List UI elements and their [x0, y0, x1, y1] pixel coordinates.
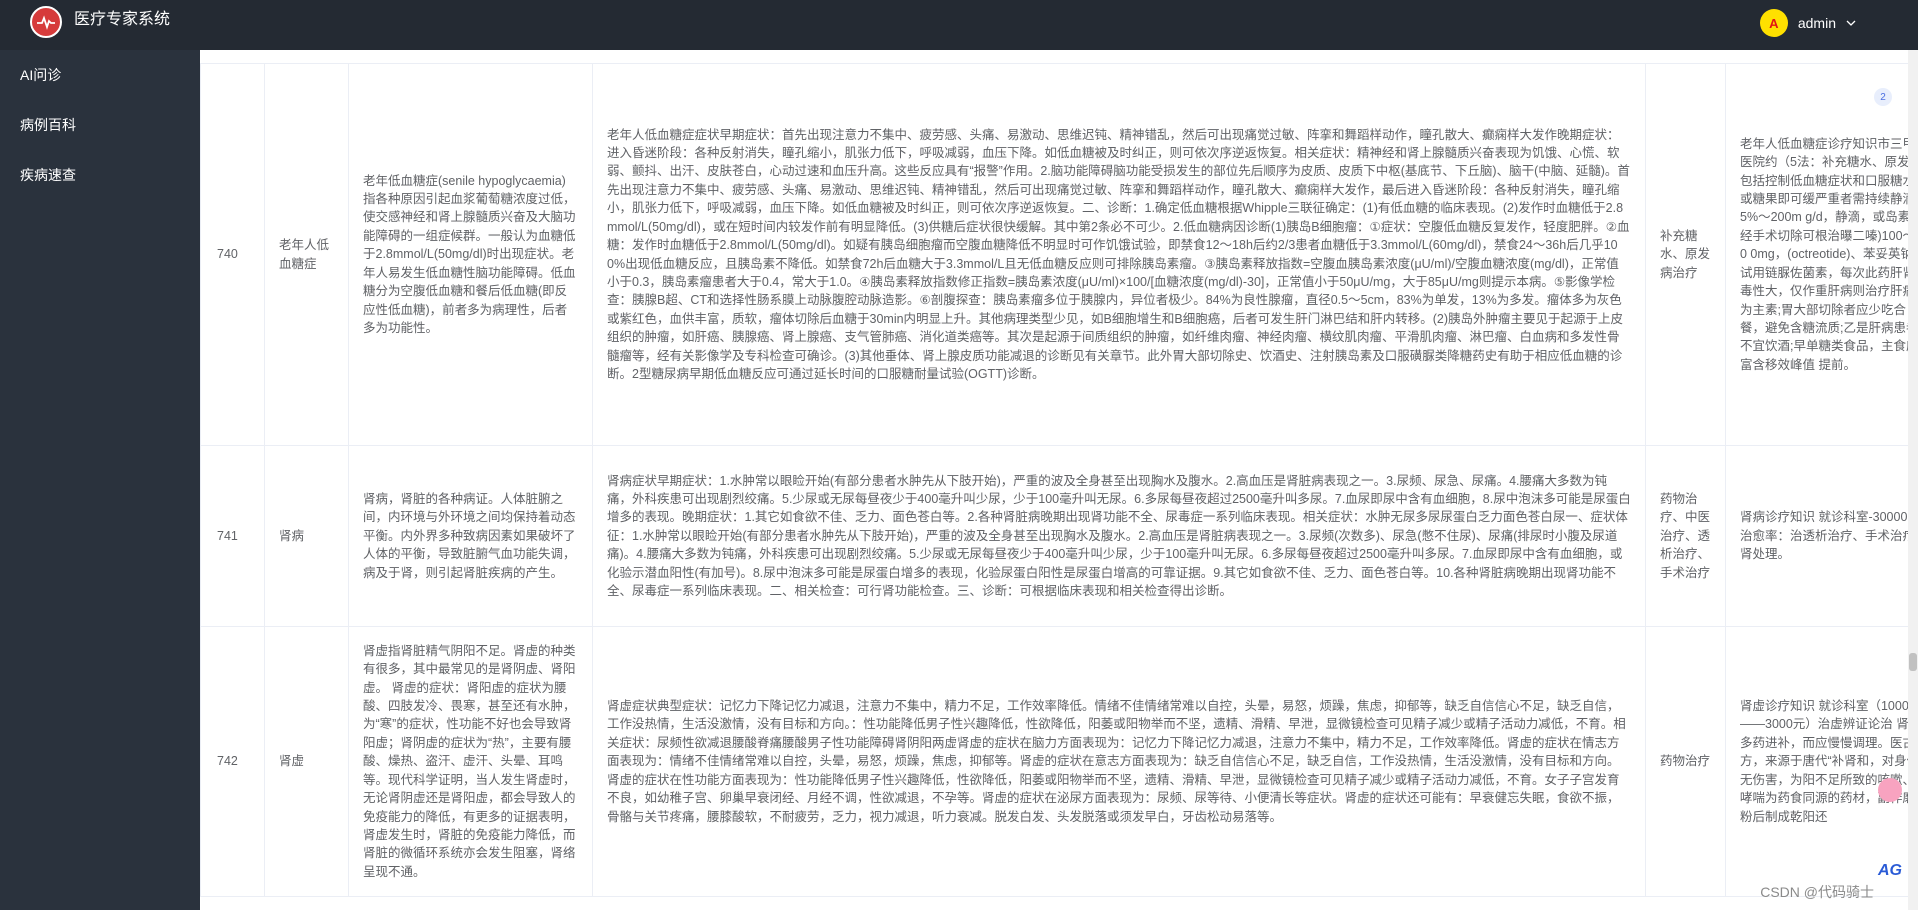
chevron-down-icon[interactable] — [1846, 15, 1856, 31]
row-disease-name: 肾病 — [264, 445, 349, 627]
row-symptoms: 老年人低血糖症症状早期症状：首先出现注意力不集中、疲劳感、头痛、易激动、思维迟钝… — [592, 63, 1646, 446]
table-row: 741 肾病 肾病，肾脏的各种病证。人体脏腑之间，内环境与外环境之间均保持着动态… — [200, 445, 1918, 627]
row-detail: 老年人低血糖症诊疗知识市三甲医院约（5法：补充糖水、原发病包括控制低血糖症状和口… — [1725, 63, 1918, 446]
top-header: 医疗专家系统 A admin — [0, 0, 1918, 50]
row-description: 肾虚指肾脏精气阴阳不足。肾虚的种类有很多，其中最常见的是肾阴虚、肾阳虚。 肾虚的… — [348, 626, 593, 897]
row-detail: 肾虚诊疗知识 就诊科室（1000——3000元）治虚辨证论治 肾虚多药进补，而应… — [1725, 626, 1918, 897]
row-disease-name: 老年人低血糖症 — [264, 63, 349, 446]
watermark: CSDN @代码骑士 — [1760, 884, 1874, 900]
ag-logo-icon[interactable]: AG — [1878, 862, 1902, 880]
row-disease-name: 肾虚 — [264, 626, 349, 897]
avatar[interactable]: A — [1759, 9, 1788, 37]
row-symptoms: 肾虚症状典型症状：记忆力下降记忆力减退，注意力不集中，精力不足，工作效率降低。情… — [592, 626, 1646, 897]
disease-table: 740 老年人低血糖症 老年低血糖症(senile hypoglycaemia)… — [200, 63, 1918, 897]
row-id: 742 — [200, 626, 265, 897]
sidebar-item-label: 病例百科 — [20, 117, 76, 133]
row-treatment: 补充糖水、原发病治疗 — [1645, 63, 1726, 446]
row-id: 740 — [200, 63, 265, 446]
row-treatment: 药物治疗、中医治疗、透析治疗、手术治疗 — [1645, 445, 1726, 627]
sidebar-item-label: AI问诊 — [20, 67, 62, 83]
translate-badge-icon[interactable]: 2 — [1874, 88, 1892, 106]
page-scrollbar[interactable] — [1908, 50, 1918, 910]
user-menu[interactable]: A admin — [1759, 9, 1856, 37]
row-symptoms: 肾病症状早期症状：1.水肿常以眼睑开始(有部分患者水肿先从下肢开始)，严重的波及… — [592, 445, 1646, 627]
row-description: 老年低血糖症(senile hypoglycaemia)指各种原因引起血浆葡萄糖… — [348, 63, 593, 446]
username[interactable]: admin — [1798, 15, 1836, 31]
row-detail: 肾病诊疗知识 就诊科室-30000元)治愈率：治透析治疗、手术治疗 肾处理。 — [1725, 445, 1918, 627]
row-id: 741 — [200, 445, 265, 627]
sidebar-item-label: 疾病速查 — [20, 167, 76, 183]
assistant-bubble-icon[interactable] — [1878, 778, 1902, 802]
row-treatment: 药物治疗 — [1645, 626, 1726, 897]
sidebar-item-case-encyclopedia[interactable]: 病例百科 — [0, 100, 200, 150]
sidebar-item-ai-consult[interactable]: AI问诊 — [0, 50, 200, 100]
sidebar: AI问诊 病例百科 疾病速查 — [0, 50, 200, 910]
heartbeat-logo-icon — [30, 6, 62, 38]
scrollbar-thumb[interactable] — [1909, 653, 1917, 671]
app-title: 医疗专家系统 — [74, 11, 171, 28]
table-row: 742 肾虚 肾虚指肾脏精气阴阳不足。肾虚的种类有很多，其中最常见的是肾阴虚、肾… — [200, 626, 1918, 897]
row-description: 肾病，肾脏的各种病证。人体脏腑之间，内环境与外环境之间均保持着动态平衡。内外界多… — [348, 445, 593, 627]
main-content: 740 老年人低血糖症 老年低血糖症(senile hypoglycaemia)… — [200, 50, 1918, 910]
sidebar-item-disease-lookup[interactable]: 疾病速查 — [0, 150, 200, 200]
table-row: 740 老年人低血糖症 老年低血糖症(senile hypoglycaemia)… — [200, 63, 1918, 446]
